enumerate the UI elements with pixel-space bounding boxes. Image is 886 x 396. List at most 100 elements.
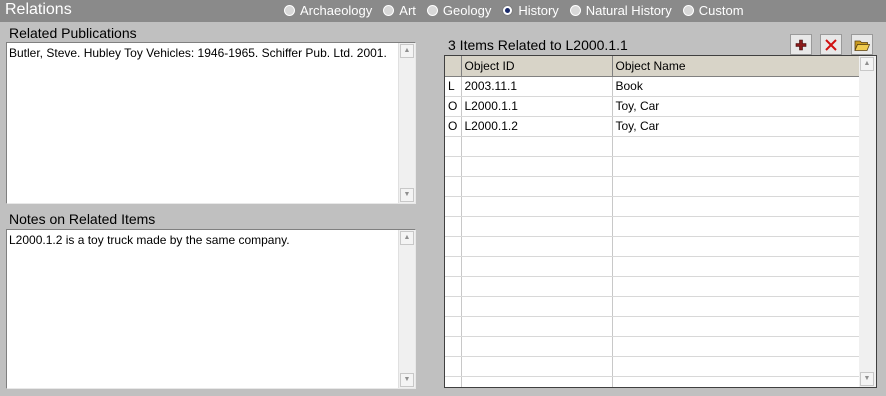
empty-table-row[interactable] <box>445 156 861 177</box>
empty-table-row[interactable] <box>445 136 861 157</box>
delete-related-item-button[interactable] <box>820 34 842 55</box>
related-publications-textarea[interactable]: Butler, Steve. Hubley Toy Vehicles: 1946… <box>6 42 416 204</box>
radio-geology[interactable]: Geology <box>426 3 492 18</box>
empty-cell[interactable] <box>445 316 462 337</box>
empty-cell[interactable] <box>461 256 613 277</box>
column-header-object-id[interactable]: Object ID <box>461 56 613 77</box>
object-id-cell[interactable]: 2003.11.1 <box>461 76 613 97</box>
empty-table-row[interactable] <box>445 256 861 277</box>
empty-cell[interactable] <box>461 356 613 377</box>
notes-text[interactable]: L2000.1.2 is a toy truck made by the sam… <box>9 232 395 248</box>
empty-cell[interactable] <box>445 256 462 277</box>
scroll-down-arrow-icon[interactable]: ▼ <box>400 373 414 387</box>
radio-button-icon[interactable] <box>426 5 438 16</box>
empty-cell[interactable] <box>612 316 861 337</box>
empty-cell[interactable] <box>461 196 613 217</box>
relation-type-cell[interactable]: L <box>445 76 462 97</box>
empty-cell[interactable] <box>461 276 613 297</box>
grid-scrollbar[interactable]: ▲ ▼ <box>859 56 876 387</box>
empty-cell[interactable] <box>612 236 861 257</box>
empty-cell[interactable] <box>612 376 861 387</box>
empty-table-row[interactable] <box>445 236 861 257</box>
radio-button-icon[interactable] <box>502 5 514 16</box>
empty-cell[interactable] <box>461 156 613 177</box>
empty-cell[interactable] <box>461 296 613 317</box>
empty-cell[interactable] <box>445 136 462 157</box>
empty-cell[interactable] <box>612 136 861 157</box>
scroll-up-arrow-icon[interactable]: ▲ <box>400 231 414 245</box>
radio-button-icon[interactable] <box>383 5 395 16</box>
empty-cell[interactable] <box>445 276 462 297</box>
scroll-up-arrow-icon[interactable]: ▲ <box>860 57 874 71</box>
empty-cell[interactable] <box>461 236 613 257</box>
radio-archaeology[interactable]: Archaeology <box>284 3 372 18</box>
empty-cell[interactable] <box>612 256 861 277</box>
related-items-grid: Object ID Object Name L 2003.11.1 Book O L20… <box>444 55 877 388</box>
empty-table-row[interactable] <box>445 356 861 377</box>
empty-table-row[interactable] <box>445 376 861 387</box>
scroll-down-arrow-icon[interactable]: ▼ <box>400 188 414 202</box>
table-row[interactable]: O L2000.1.1 Toy, Car <box>445 96 861 117</box>
empty-cell[interactable] <box>612 216 861 237</box>
empty-cell[interactable] <box>612 176 861 197</box>
empty-cell[interactable] <box>445 196 462 217</box>
empty-table-row[interactable] <box>445 176 861 197</box>
radio-label: Geology <box>442 3 492 18</box>
relation-type-cell[interactable]: O <box>445 116 462 137</box>
empty-cell[interactable] <box>445 356 462 377</box>
radio-history[interactable]: History <box>502 3 559 18</box>
related-publications-text[interactable]: Butler, Steve. Hubley Toy Vehicles: 1946… <box>9 45 395 61</box>
radio-button-icon[interactable] <box>682 5 694 16</box>
empty-cell[interactable] <box>445 336 462 357</box>
related-items-table: Object ID Object Name L 2003.11.1 Book O L20… <box>445 56 861 387</box>
radio-label: Custom <box>698 3 744 18</box>
object-name-cell[interactable]: Book <box>612 76 861 97</box>
empty-table-row[interactable] <box>445 296 861 317</box>
object-id-cell[interactable]: L2000.1.2 <box>461 116 613 137</box>
empty-table-row[interactable] <box>445 276 861 297</box>
empty-cell[interactable] <box>612 356 861 377</box>
empty-table-row[interactable] <box>445 216 861 237</box>
open-related-item-button[interactable] <box>851 34 873 55</box>
empty-cell[interactable] <box>445 236 462 257</box>
empty-cell[interactable] <box>612 296 861 317</box>
table-row[interactable]: O L2000.1.2 Toy, Car <box>445 116 861 137</box>
empty-cell[interactable] <box>445 176 462 197</box>
empty-table-row[interactable] <box>445 196 861 217</box>
relation-type-cell[interactable]: O <box>445 96 462 117</box>
empty-cell[interactable] <box>461 176 613 197</box>
empty-table-row[interactable] <box>445 316 861 337</box>
empty-cell[interactable] <box>461 336 613 357</box>
publications-scrollbar[interactable]: ▲ ▼ <box>398 43 415 203</box>
empty-cell[interactable] <box>612 156 861 177</box>
empty-cell[interactable] <box>445 216 462 237</box>
radio-custom[interactable]: Custom <box>682 3 744 18</box>
notes-scrollbar[interactable]: ▲ ▼ <box>398 230 415 388</box>
object-id-cell[interactable]: L2000.1.1 <box>461 96 613 117</box>
empty-cell[interactable] <box>461 376 613 387</box>
notes-textarea[interactable]: L2000.1.2 is a toy truck made by the sam… <box>6 229 416 389</box>
empty-cell[interactable] <box>445 376 462 387</box>
empty-cell[interactable] <box>612 196 861 217</box>
object-name-cell[interactable]: Toy, Car <box>612 96 861 117</box>
column-header-object-name[interactable]: Object Name <box>612 56 861 77</box>
empty-cell[interactable] <box>612 336 861 357</box>
empty-cell[interactable] <box>461 316 613 337</box>
radio-button-icon[interactable] <box>284 5 295 16</box>
scroll-up-arrow-icon[interactable]: ▲ <box>400 44 414 58</box>
column-header-type[interactable] <box>445 56 462 77</box>
empty-cell[interactable] <box>612 276 861 297</box>
empty-table-row[interactable] <box>445 336 861 357</box>
add-related-item-button[interactable] <box>790 34 812 55</box>
empty-cell[interactable] <box>445 156 462 177</box>
empty-cell[interactable] <box>461 136 613 157</box>
table-row[interactable]: L 2003.11.1 Book <box>445 76 861 97</box>
radio-art[interactable]: Art <box>383 3 416 18</box>
radio-label: Archaeology <box>300 3 373 18</box>
radio-button-icon[interactable] <box>569 5 581 16</box>
scroll-down-arrow-icon[interactable]: ▼ <box>860 372 874 386</box>
radio-natural-history[interactable]: Natural History <box>569 3 672 18</box>
empty-cell[interactable] <box>461 216 613 237</box>
empty-cell[interactable] <box>445 296 462 317</box>
object-name-cell[interactable]: Toy, Car <box>612 116 861 137</box>
